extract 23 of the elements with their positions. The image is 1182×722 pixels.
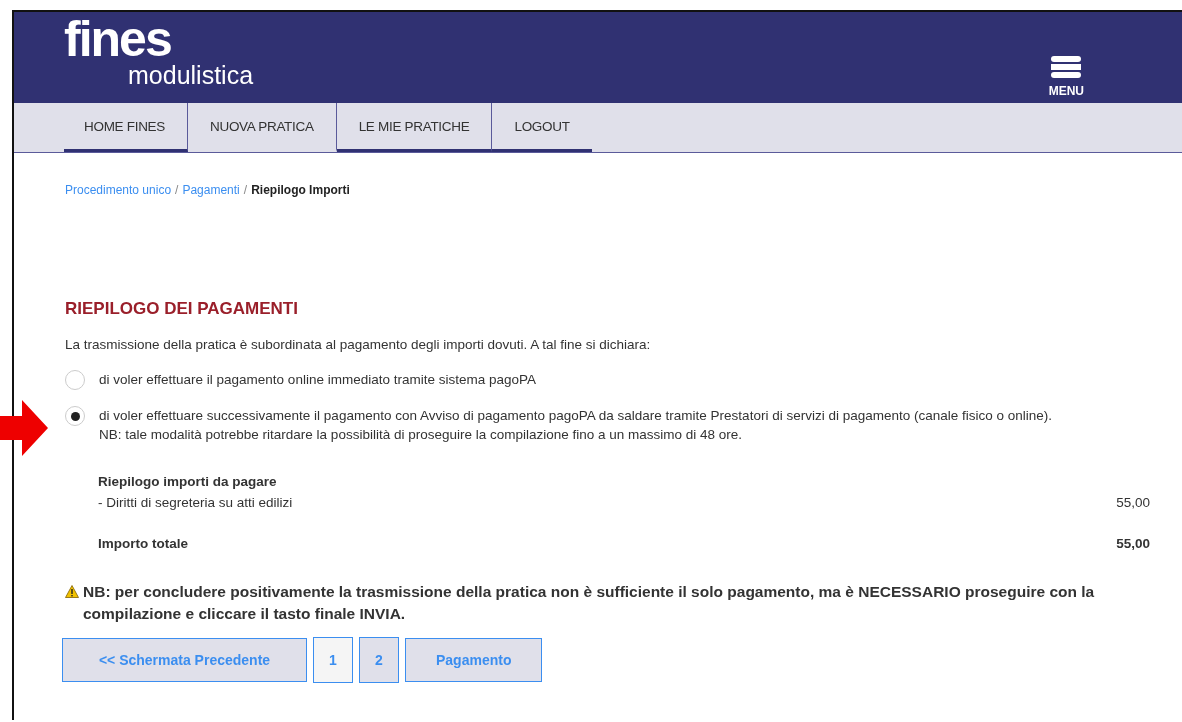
option-label: di voler effettuare il pagamento online immediato tramite sistema pagoPA bbox=[99, 372, 536, 387]
menu-icon bbox=[1051, 56, 1082, 78]
annotation-arrow-icon bbox=[0, 400, 48, 456]
logo-subtitle: modulistica bbox=[128, 62, 254, 88]
note-text: NB: per concludere positivamente la trasmissione della pratica non è sufficiente il solo pagamento, ma è NECESSARIO proseguire con la compilazione e cliccare il tasto finale INVIA. bbox=[83, 582, 1096, 624]
logo-text: fines bbox=[64, 16, 171, 62]
fee-label: - Diritti di segreteria su atti edilizi bbox=[98, 495, 293, 510]
breadcrumb-current[interactable]: Riepilogo Importi bbox=[251, 183, 350, 197]
nav-link[interactable]: HOME FINES bbox=[64, 103, 188, 152]
summary-heading: Riepilogo importi da pagare bbox=[98, 474, 278, 489]
option-label: di voler effettuare successivamente il pagamento con Avviso di pagamento pagoPA da saldare tramite Prestatori di servizi di pagamento (canale fisico o online). NB: tale modalità potrebbe ritardare la possibilità di proseguire la compilazione fino a un massimo di 48 ore. bbox=[99, 408, 1053, 442]
total-label: Importo totale bbox=[98, 536, 188, 551]
nav-link[interactable]: LOGOUT bbox=[492, 103, 592, 152]
breadcrumb-separator: / bbox=[243, 183, 248, 197]
total-amount: 55,00 bbox=[1116, 536, 1150, 551]
menu-button[interactable]: MENU bbox=[1048, 56, 1084, 98]
section-title: RIEPILOGO DEI PAGAMENTI bbox=[65, 299, 299, 319]
intro-text: La trasmissione della pratica è subordinata al pagamento degli importi dovuti. A tal fine si dichiara: bbox=[65, 337, 652, 352]
nav-link[interactable]: LE MIE PRATICHE bbox=[336, 103, 493, 152]
nav-link[interactable]: NUOVA PRATICA bbox=[188, 103, 337, 152]
breadcrumb-separator: / bbox=[175, 183, 179, 197]
fee-amount: 55,00 bbox=[1116, 495, 1150, 510]
warning-icon bbox=[65, 585, 79, 598]
